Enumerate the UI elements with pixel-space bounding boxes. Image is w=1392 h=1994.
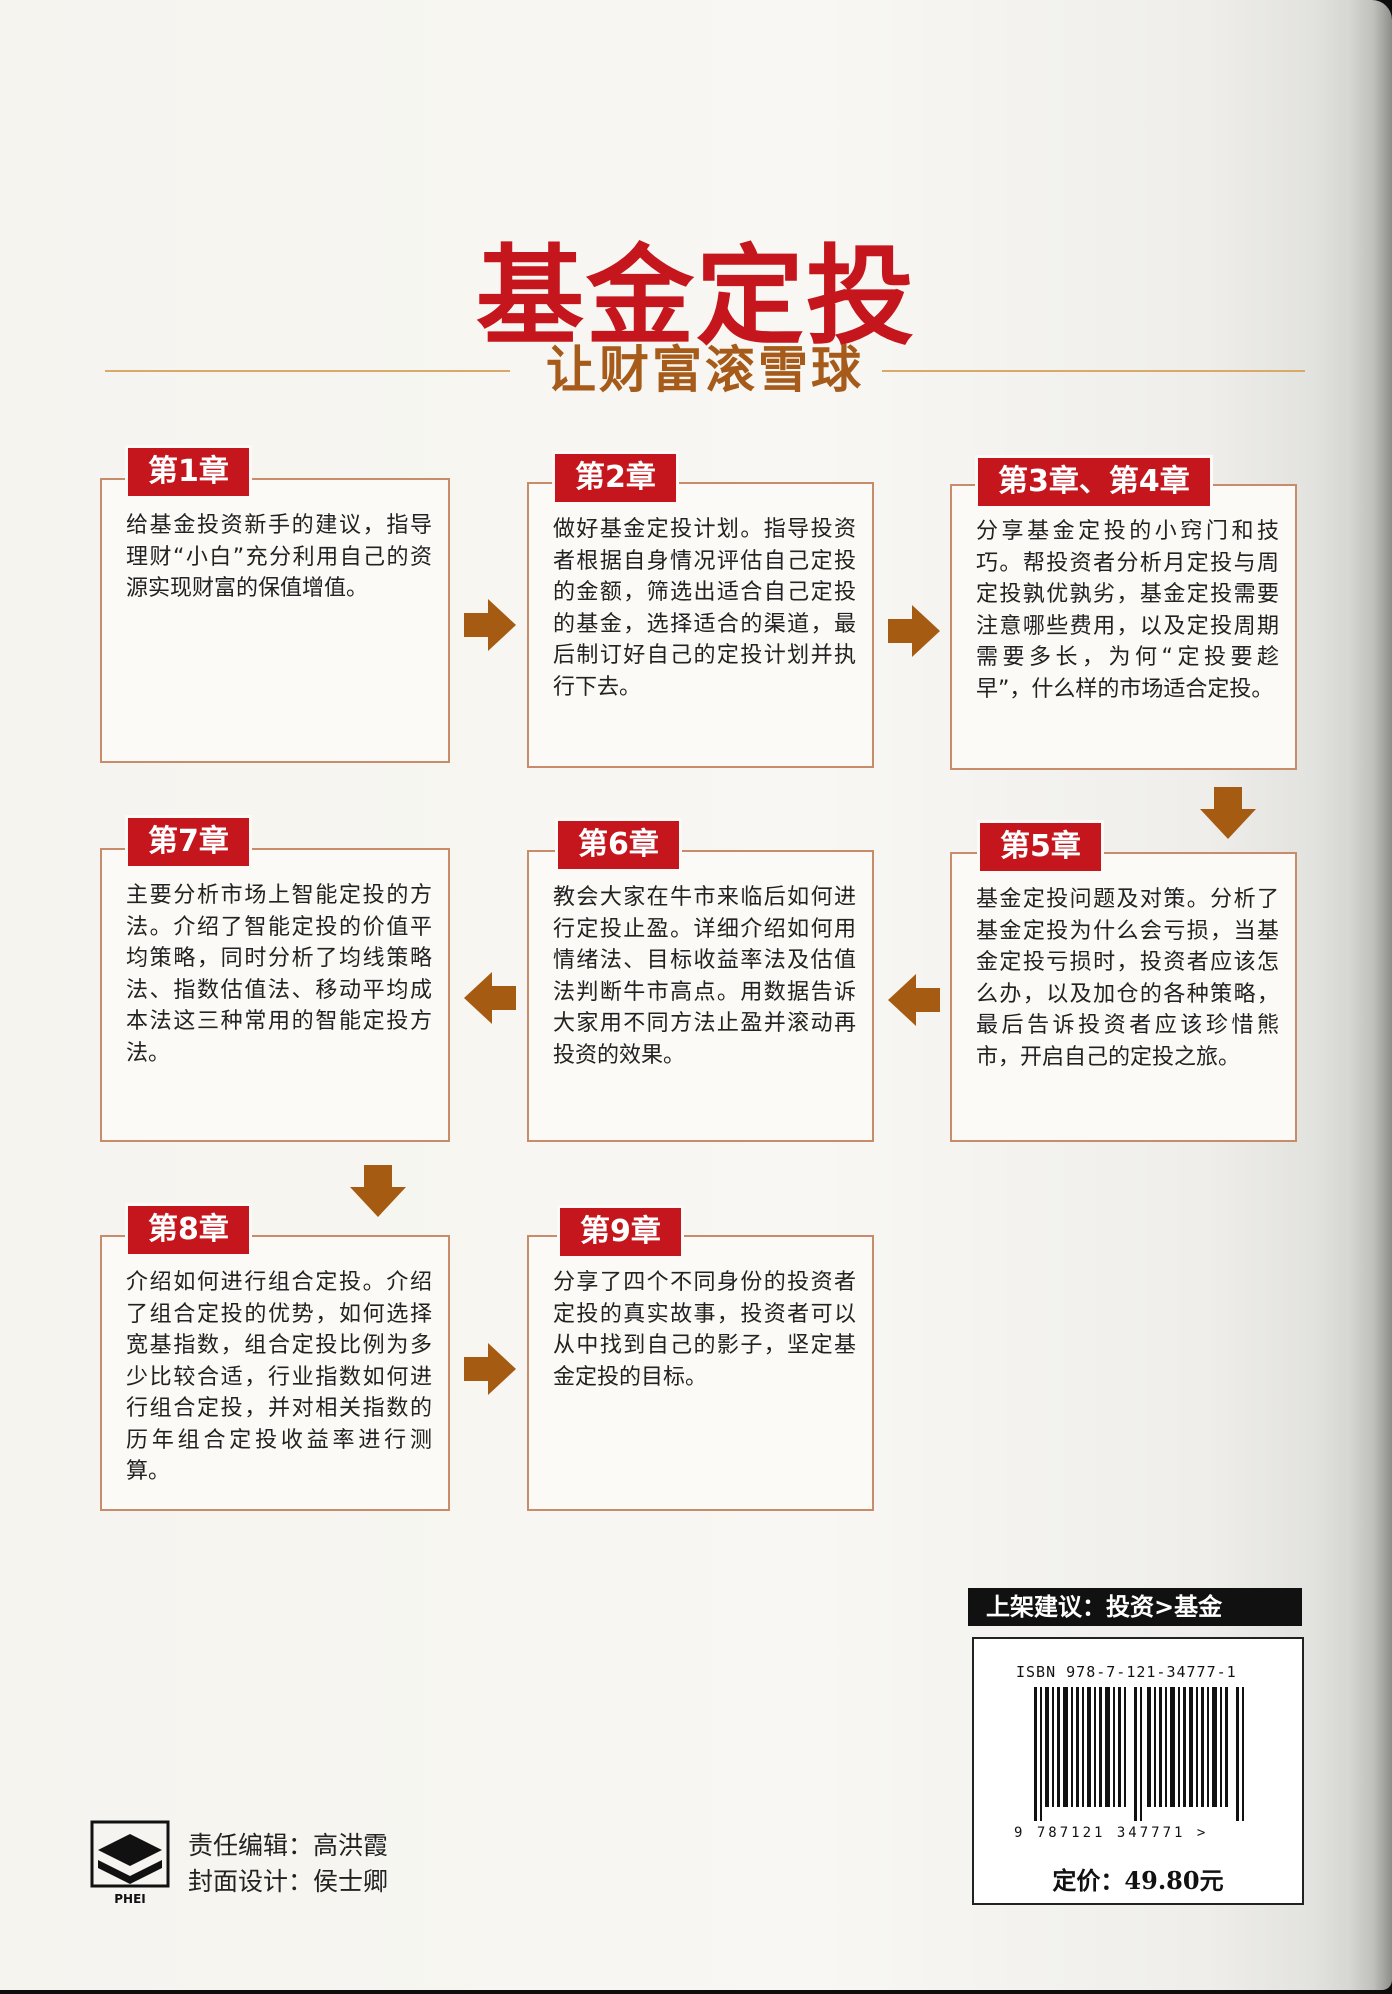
barcode-panel: ISBN 978-7-121-34777-1 9 787121 347771 >… bbox=[972, 1637, 1304, 1905]
chapter-text-1: 给基金投资新手的建议，指导理财“小白”充分利用自己的资源实现财富的保值增值。 bbox=[126, 513, 432, 601]
chapter-tag-3: 第3章、第4章 bbox=[978, 458, 1210, 506]
designer-credit: 封面设计：侯士卿 bbox=[188, 1867, 389, 1896]
price: 定价：49.80元 bbox=[1052, 1866, 1224, 1895]
chapter-tag-7: 第7章 bbox=[128, 818, 249, 866]
arrow-left-icon bbox=[464, 972, 516, 1024]
publisher-logo-text: PHEI bbox=[114, 1892, 146, 1906]
arrow-right-icon bbox=[464, 599, 516, 651]
arrow-left-icon bbox=[888, 974, 940, 1026]
chapter-box-7: 主要分析市场上智能定投的方法。介绍了智能定投的价值平均策略，同时分析了均线策略法… bbox=[100, 848, 450, 1142]
chapter-text-9: 分享了四个不同身份的投资者定投的真实故事，投资者可以从中找到自己的影子，坚定基金… bbox=[553, 1270, 856, 1390]
chapter-box-8: 介绍如何进行组合定投。介绍了组合定投的优势，如何选择宽基指数，组合定投比例为多少… bbox=[100, 1235, 450, 1511]
chapter-box-1: 给基金投资新手的建议，指导理财“小白”充分利用自己的资源实现财富的保值增值。 bbox=[100, 478, 450, 763]
chapter-tag-1: 第1章 bbox=[128, 448, 249, 496]
arrow-down-icon bbox=[1200, 787, 1256, 839]
shelf-suggestion: 上架建议：投资>基金 bbox=[968, 1588, 1302, 1626]
chapter-text-3: 分享基金定投的小窍门和技巧。帮投资者分析月定投与周定投孰优孰劣，基金定投需要注意… bbox=[976, 519, 1279, 702]
chapter-tag-2: 第2章 bbox=[555, 454, 676, 502]
credits: 责任编辑：高洪霞 封面设计：侯士卿 bbox=[188, 1828, 388, 1900]
chapter-text-5: 基金定投问题及对策。分析了基金定投为什么会亏损，当基金定投亏损时，投资者应该怎么… bbox=[976, 887, 1279, 1070]
arrow-right-icon bbox=[464, 1343, 516, 1395]
barcode-digits: 9 787121 347771 > bbox=[1014, 1825, 1209, 1841]
editor-credit: 责任编辑：高洪霞 bbox=[188, 1831, 389, 1860]
chapter-box-5: 基金定投问题及对策。分析了基金定投为什么会亏损，当基金定投亏损时，投资者应该怎么… bbox=[950, 852, 1297, 1142]
chapter-text-2: 做好基金定投计划。指导投资者根据自身情况评估自己定投的金额，筛选出适合自己定投的… bbox=[553, 517, 856, 700]
chapter-text-6: 教会大家在牛市来临后如何进行定投止盈。详细介绍如何用情绪法、目标收益率法及估值法… bbox=[553, 885, 856, 1068]
arrow-down-icon bbox=[350, 1165, 406, 1217]
chapter-box-3: 分享基金定投的小窍门和技巧。帮投资者分析月定投与周定投孰优孰劣，基金定投需要注意… bbox=[950, 484, 1297, 770]
chapter-box-9: 分享了四个不同身份的投资者定投的真实故事，投资者可以从中找到自己的影子，坚定基金… bbox=[527, 1235, 874, 1511]
chapter-tag-8: 第8章 bbox=[128, 1206, 249, 1254]
book-subtitle: 让财富滚雪球 bbox=[546, 341, 864, 399]
arrow-right-icon bbox=[888, 605, 940, 657]
chapter-tag-5: 第5章 bbox=[980, 823, 1101, 871]
chapter-tag-9: 第9章 bbox=[560, 1208, 681, 1256]
chapter-tag-6: 第6章 bbox=[558, 821, 679, 869]
chapter-box-2: 做好基金定投计划。指导投资者根据自身情况评估自己定投的金额，筛选出适合自己定投的… bbox=[527, 482, 874, 768]
isbn-text: ISBN 978-7-121-34777-1 bbox=[1016, 1663, 1237, 1681]
barcode-graphic bbox=[1034, 1687, 1244, 1821]
subtitle-row: 让财富滚雪球 bbox=[105, 340, 1305, 400]
chapter-text-8: 介绍如何进行组合定投。介绍了组合定投的优势，如何选择宽基指数，组合定投比例为多少… bbox=[126, 1270, 432, 1484]
publisher-logo: PHEI bbox=[90, 1820, 170, 1906]
chapter-text-7: 主要分析市场上智能定投的方法。介绍了智能定投的价值平均策略，同时分析了均线策略法… bbox=[126, 883, 432, 1066]
chapter-box-6: 教会大家在牛市来临后如何进行定投止盈。详细介绍如何用情绪法、目标收益率法及估值法… bbox=[527, 850, 874, 1142]
